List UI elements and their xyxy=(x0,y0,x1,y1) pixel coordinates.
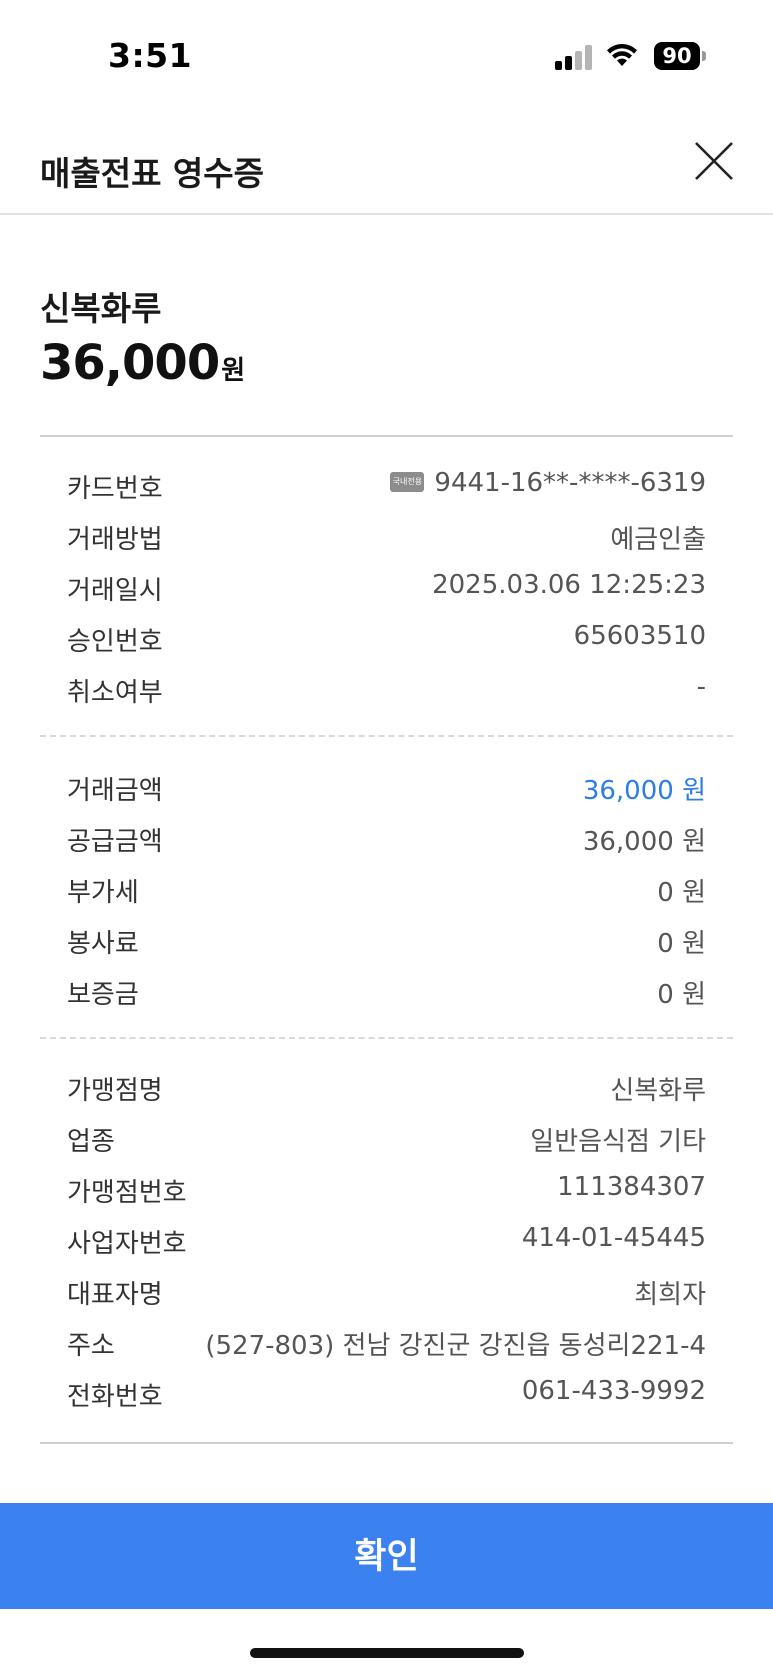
bottom-divider xyxy=(40,1442,733,1444)
row-label: 주소 xyxy=(67,1331,115,1361)
row-value: - xyxy=(696,672,706,702)
card-number-value: 9441-16**-****-6319 xyxy=(434,468,706,498)
info-row-representative: 대표자명 최희자 xyxy=(67,1266,706,1317)
row-value: 국내전용 9441-16**-****-6319 xyxy=(390,468,706,498)
row-value: 061-433-9992 xyxy=(521,1376,706,1406)
merchant-info-section: 가맹점명 신복화루 업종 일반음식점 기타 가맹점번호 111384307 사업… xyxy=(67,1062,706,1419)
row-value: 0 원 xyxy=(657,980,706,1010)
row-label: 봉사료 xyxy=(67,929,139,959)
row-value: 0 원 xyxy=(657,878,706,908)
page-title: 매출전표 영수증 xyxy=(40,154,265,193)
confirm-button[interactable]: 확인 xyxy=(0,1503,773,1609)
row-label: 업종 xyxy=(67,1127,115,1157)
row-value: (527-803) 전남 강진군 강진읍 동성리221-4 xyxy=(205,1331,706,1361)
info-row-method: 거래방법 예금인출 xyxy=(67,511,706,562)
status-time: 3:51 xyxy=(108,36,193,75)
total-amount-value: 36,000 xyxy=(40,335,220,391)
info-row-service-fee: 봉사료 0 원 xyxy=(67,915,706,966)
row-value: 414-01-45445 xyxy=(521,1223,706,1253)
row-label: 전화번호 xyxy=(67,1382,163,1412)
info-row-transaction-amount: 거래금액 36,000 원 xyxy=(67,762,706,813)
domestic-card-icon: 국내전용 xyxy=(390,471,425,492)
total-amount: 36,000원 xyxy=(40,335,245,391)
row-value: 예금인출 xyxy=(610,525,706,555)
row-value: 111384307 xyxy=(557,1172,706,1202)
info-row-vat: 부가세 0 원 xyxy=(67,864,706,915)
row-value: 최희자 xyxy=(634,1280,706,1310)
status-bar: 3:51 90 xyxy=(0,0,773,110)
row-label: 승인번호 xyxy=(67,627,163,657)
info-row-datetime: 거래일시 2025.03.06 12:25:23 xyxy=(67,562,706,613)
home-indicator xyxy=(250,1648,524,1658)
row-value: 일반음식점 기타 xyxy=(530,1127,706,1157)
signal-icon xyxy=(555,44,593,70)
row-label: 가맹점번호 xyxy=(67,1178,187,1208)
info-row-business-number: 사업자번호 414-01-45445 xyxy=(67,1215,706,1266)
merchant-name-heading: 신복화루 xyxy=(40,289,162,328)
info-row-merchant-name: 가맹점명 신복화루 xyxy=(67,1062,706,1113)
row-label: 거래일시 xyxy=(67,576,163,606)
close-icon[interactable] xyxy=(690,137,738,185)
info-row-merchant-number: 가맹점번호 111384307 xyxy=(67,1164,706,1215)
row-label: 대표자명 xyxy=(67,1280,163,1310)
info-row-cancel-status: 취소여부 - xyxy=(67,664,706,715)
summary-divider xyxy=(40,435,733,437)
info-row-approval-number: 승인번호 65603510 xyxy=(67,613,706,664)
battery-level: 90 xyxy=(654,42,700,70)
row-label: 보증금 xyxy=(67,980,139,1010)
info-row-address: 주소 (527-803) 전남 강진군 강진읍 동성리221-4 xyxy=(67,1317,706,1368)
row-value: 36,000 원 xyxy=(582,827,706,857)
row-value: 신복화루 xyxy=(610,1076,706,1106)
info-row-business-type: 업종 일반음식점 기타 xyxy=(67,1113,706,1164)
info-row-supply-amount: 공급금액 36,000 원 xyxy=(67,813,706,864)
row-label: 사업자번호 xyxy=(67,1229,187,1259)
row-label: 거래방법 xyxy=(67,525,163,555)
row-value: 65603510 xyxy=(573,621,706,651)
header: 매출전표 영수증 xyxy=(0,125,773,215)
section-divider xyxy=(40,735,733,737)
wifi-icon xyxy=(607,43,637,66)
row-label: 거래금액 xyxy=(67,776,163,806)
battery-icon: 90 xyxy=(654,42,706,70)
row-label: 카드번호 xyxy=(67,474,163,504)
row-label: 부가세 xyxy=(67,878,139,908)
amount-info-section: 거래금액 36,000 원 공급금액 36,000 원 부가세 0 원 봉사료 … xyxy=(67,762,706,1017)
total-amount-unit: 원 xyxy=(221,356,246,386)
row-value: 36,000 원 xyxy=(582,776,706,806)
row-label: 가맹점명 xyxy=(67,1076,163,1106)
card-info-section: 카드번호 국내전용 9441-16**-****-6319 거래방법 예금인출 거… xyxy=(67,460,706,715)
section-divider xyxy=(40,1037,733,1039)
row-label: 공급금액 xyxy=(67,827,163,857)
info-row-phone: 전화번호 061-433-9992 xyxy=(67,1368,706,1419)
row-value: 2025.03.06 12:25:23 xyxy=(432,570,706,600)
row-label: 취소여부 xyxy=(67,678,163,708)
info-row-card-number: 카드번호 국내전용 9441-16**-****-6319 xyxy=(67,460,706,511)
info-row-deposit: 보증금 0 원 xyxy=(67,966,706,1017)
row-value: 0 원 xyxy=(657,929,706,959)
